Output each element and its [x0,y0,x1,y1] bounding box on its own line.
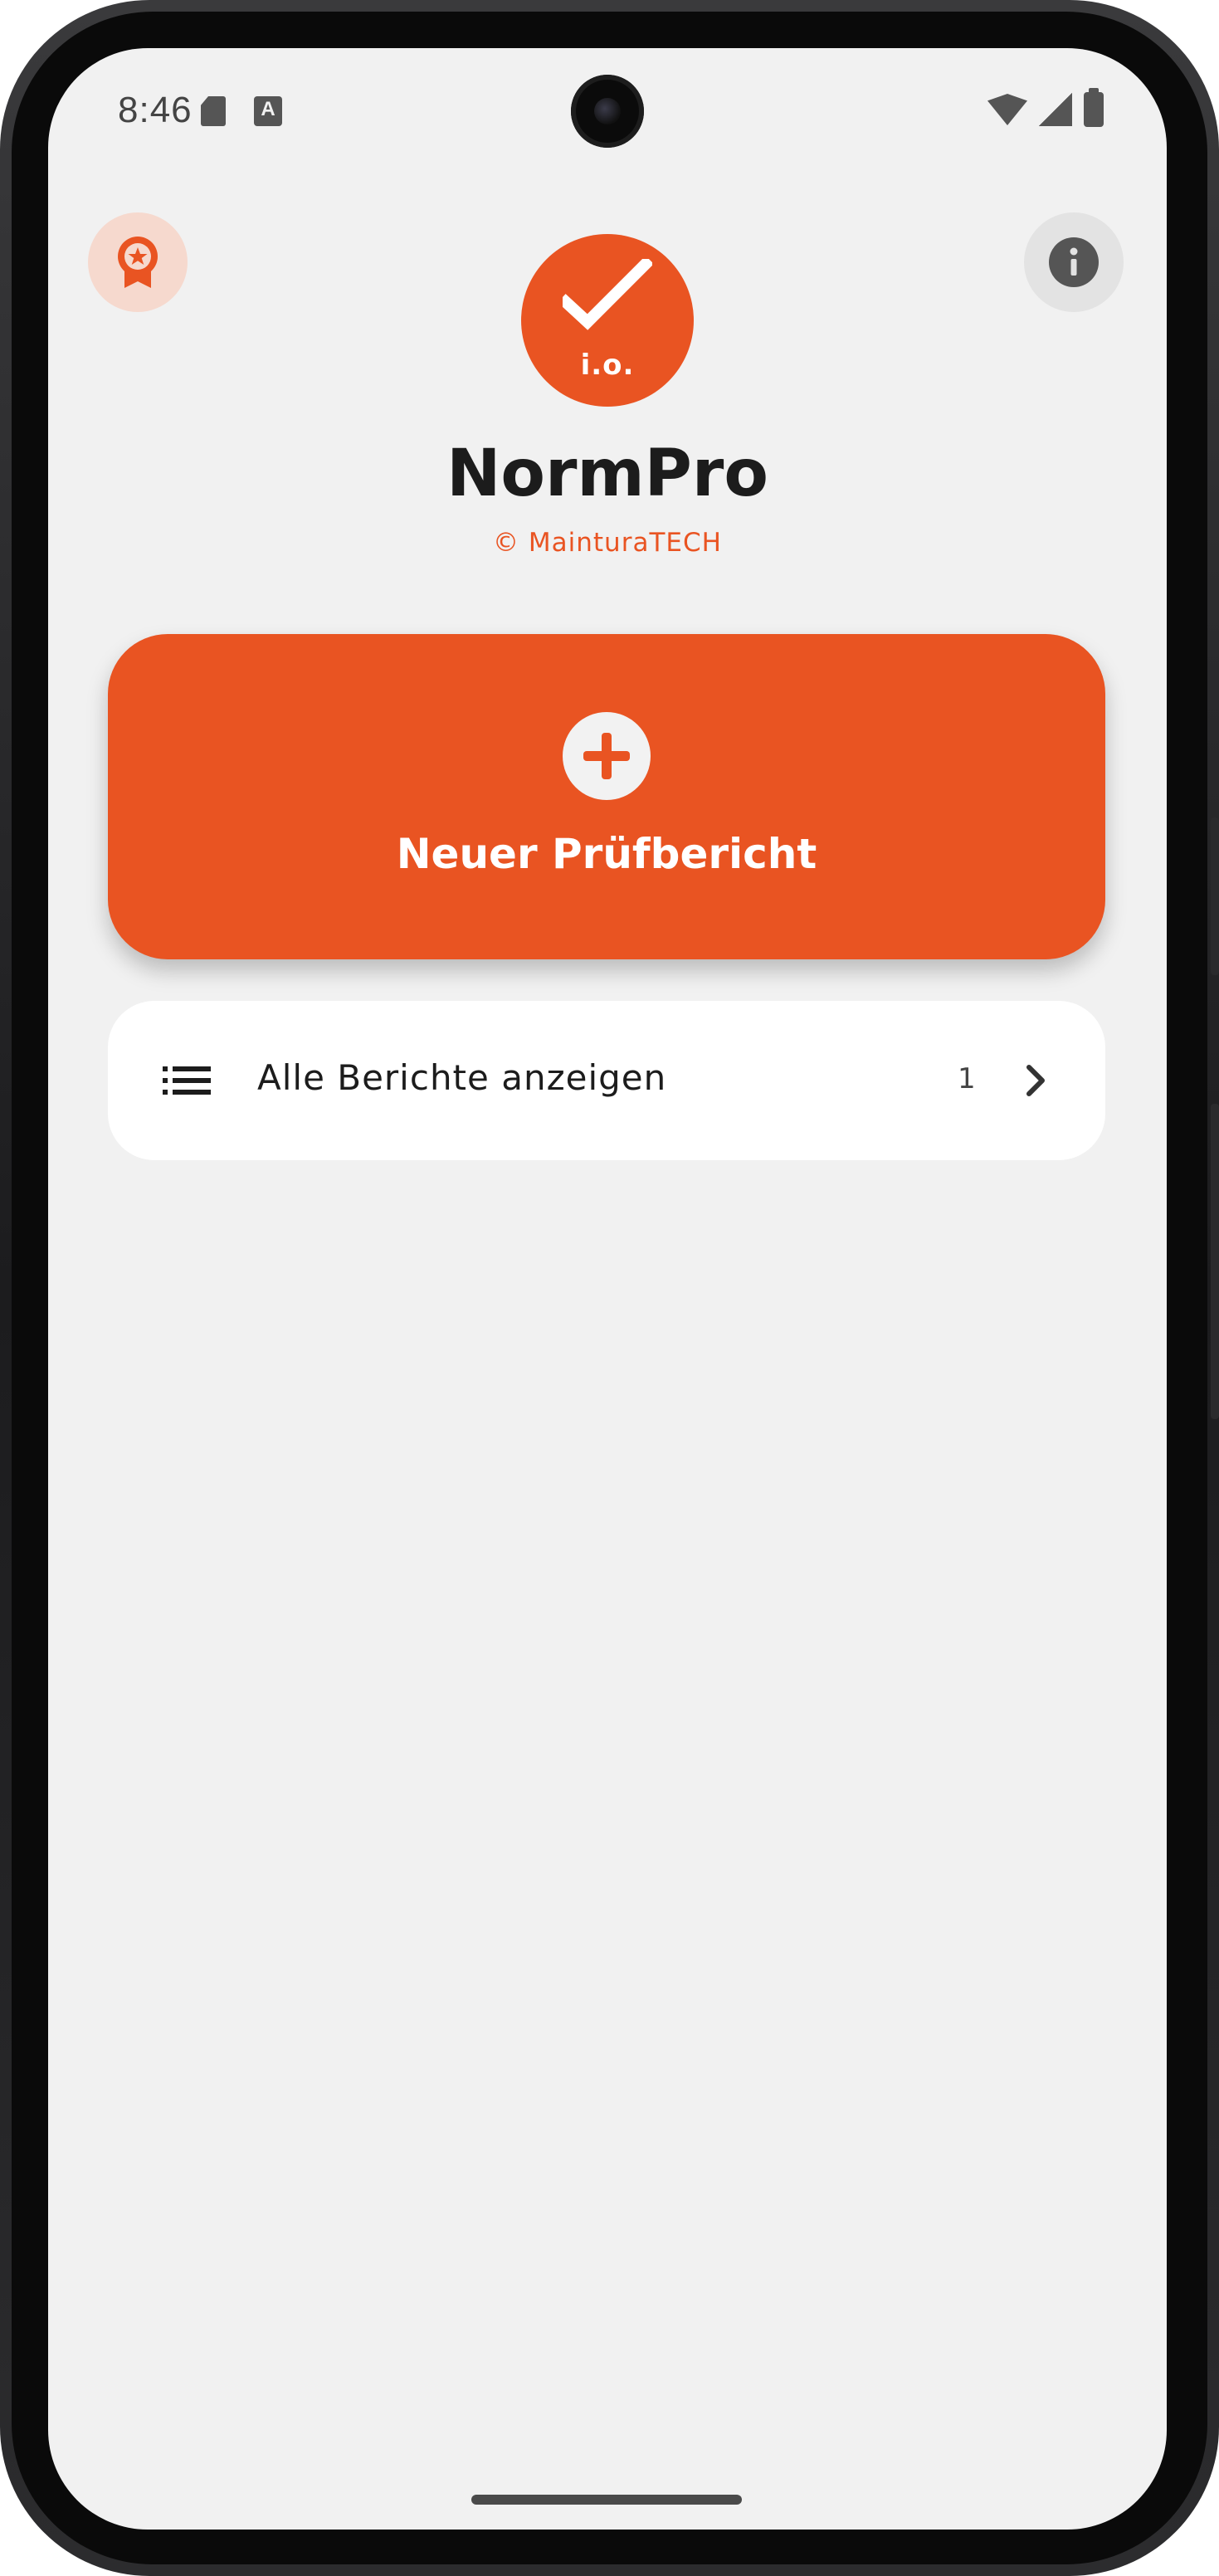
app-title: NormPro [446,437,768,511]
checkmark-icon [563,259,652,330]
info-button[interactable] [1024,212,1124,312]
logo-text: i.o. [580,349,635,382]
all-reports-row[interactable]: Alle Berichte anzeigen 1 [108,1001,1105,1160]
chevron-right-icon [1026,1065,1045,1096]
app-logo: i.o. [521,234,694,407]
new-report-label: Neuer Prüfbericht [396,830,817,878]
status-bar: 8:46 A [48,48,1167,181]
new-report-button[interactable]: Neuer Prüfbericht [108,634,1105,959]
volume-button [1211,1104,1219,1419]
home-indicator[interactable] [471,2495,742,2505]
reports-count: 1 [958,1062,976,1095]
info-icon [1049,237,1099,287]
battery-icon [1084,88,1104,127]
translate-icon: A [254,96,282,126]
front-camera [571,75,644,148]
sd-card-icon [201,96,226,126]
app-subtitle: © MainturaTECH [493,528,722,558]
wifi-icon [987,94,1027,125]
award-ribbon-icon [118,237,158,288]
all-reports-label: Alle Berichte anzeigen [257,1057,667,1098]
awards-button[interactable] [88,212,188,312]
status-system-icons [987,88,1104,128]
app-screen: 8:46 A i.o. NormPro © MainturaTECH Neuer… [48,48,1167,2530]
list-icon [163,1066,211,1095]
status-time: 8:46 [118,90,193,130]
cell-signal-icon [1039,93,1072,126]
power-button [1211,817,1219,975]
phone-frame: 8:46 A i.o. NormPro © MainturaTECH Neuer… [0,0,1219,2576]
add-circle-icon [563,712,651,800]
